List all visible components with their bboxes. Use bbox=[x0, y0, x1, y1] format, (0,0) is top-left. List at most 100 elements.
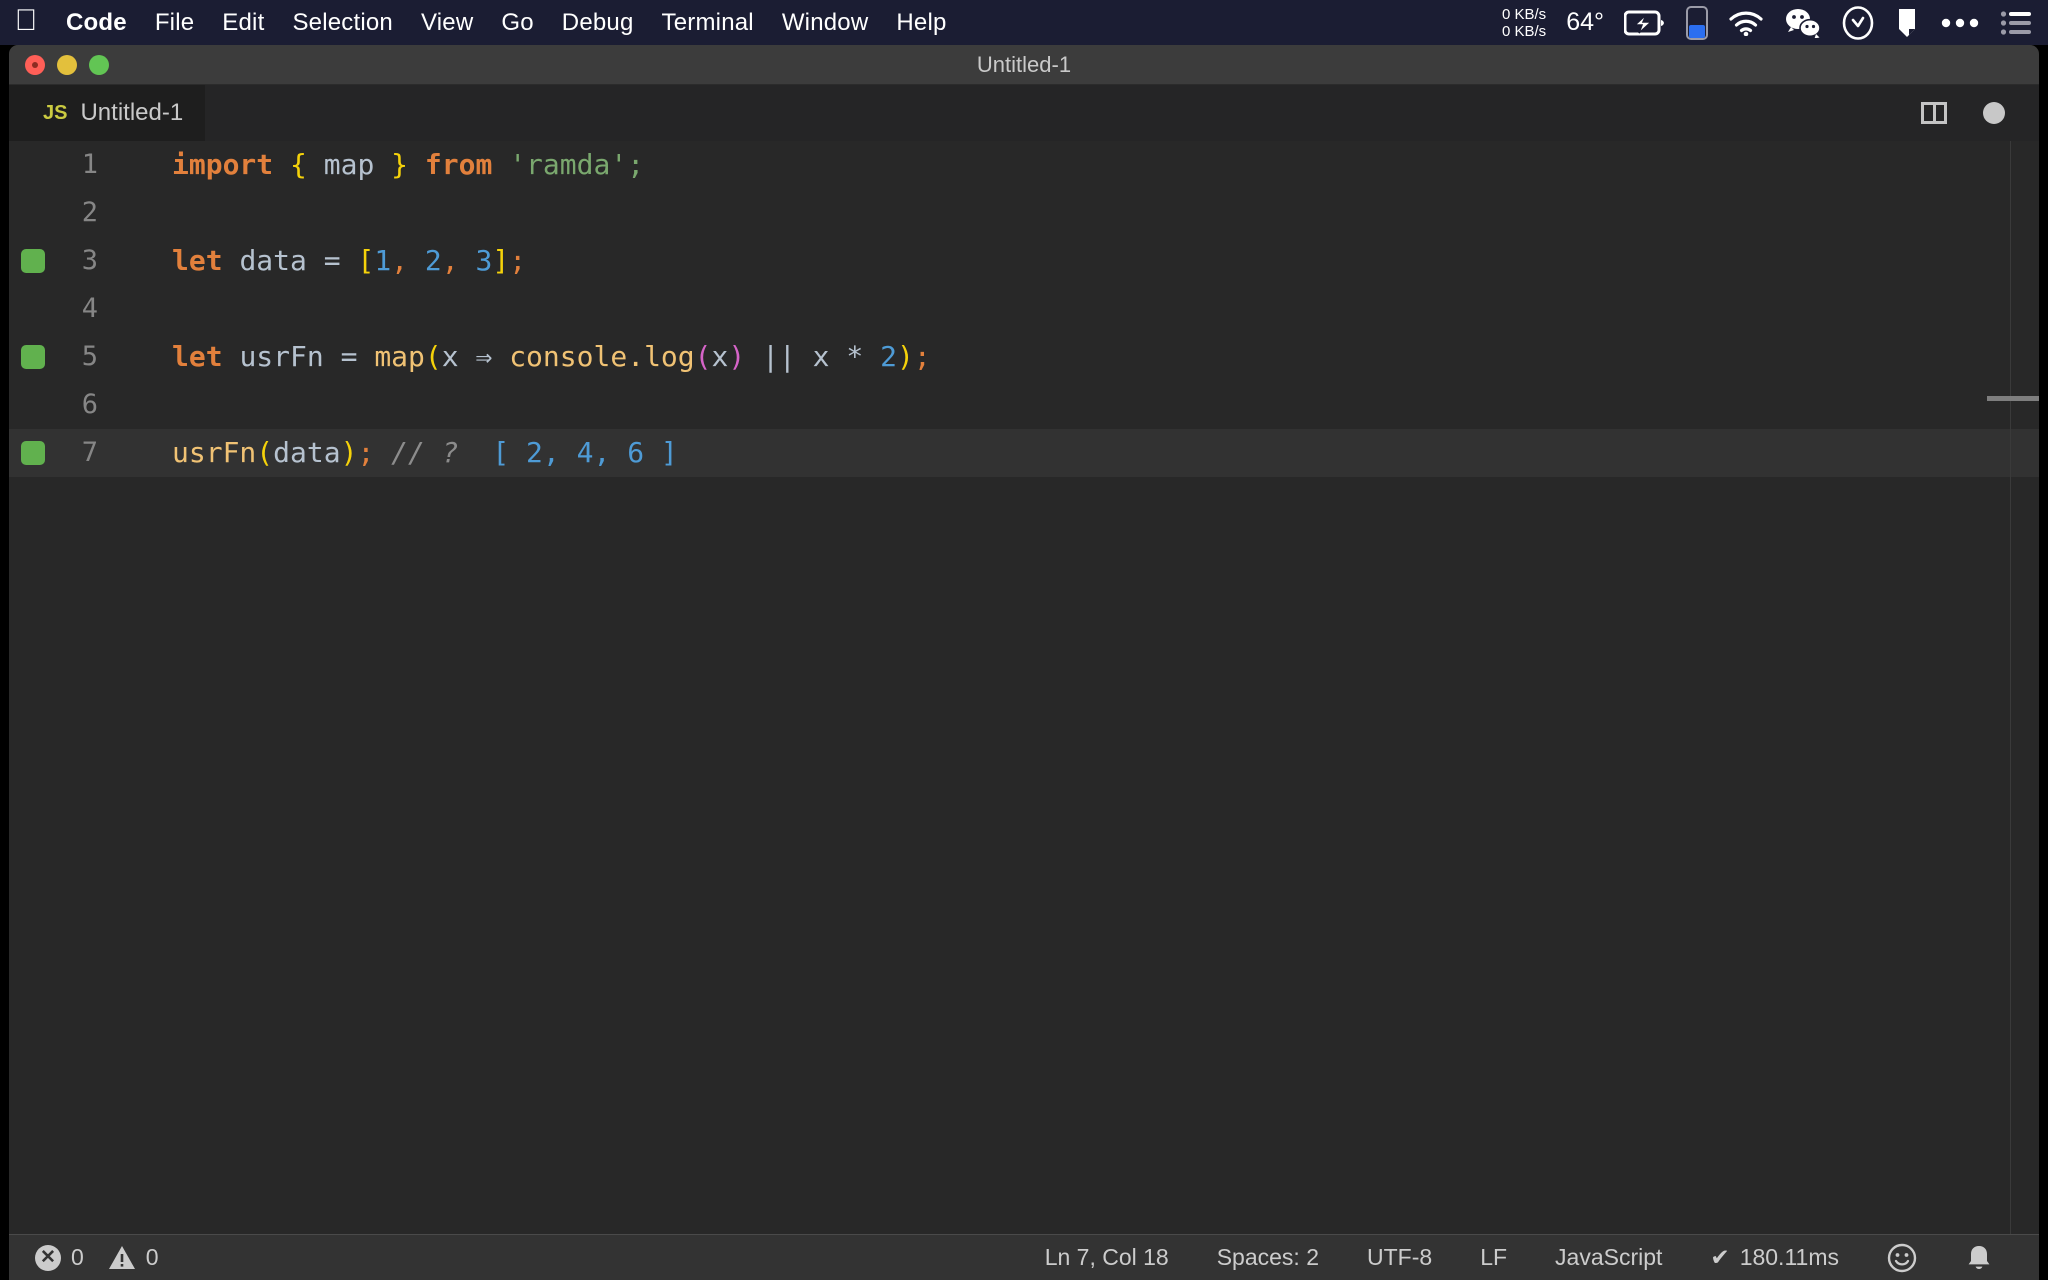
token-operator-assign: = bbox=[324, 244, 341, 277]
battery-charging-icon[interactable] bbox=[1624, 9, 1666, 37]
control-center-icon[interactable] bbox=[2000, 10, 2032, 36]
code-editor[interactable]: 1 import { map } from 'ramda'; 2 3 let d… bbox=[9, 141, 2039, 1234]
token-var-x: x bbox=[813, 340, 830, 373]
eol-status[interactable]: LF bbox=[1456, 1244, 1531, 1271]
feedback-smiley-icon[interactable] bbox=[1863, 1243, 1941, 1273]
battery-level-icon[interactable] bbox=[1686, 6, 1708, 40]
menu-bar-status-area: 0 KB/s 0 KB/s 64° bbox=[1502, 6, 2048, 40]
token-string-ramda: 'ramda'; bbox=[509, 148, 644, 181]
line-content: import { map } from 'ramda'; bbox=[114, 141, 644, 189]
ellipsis-icon[interactable] bbox=[1940, 17, 1980, 29]
token-number-3: 3 bbox=[475, 244, 492, 277]
token-number-2: 2 bbox=[425, 244, 442, 277]
network-speed-indicator[interactable]: 0 KB/s 0 KB/s bbox=[1502, 6, 1546, 40]
language-mode-status[interactable]: JavaScript bbox=[1531, 1244, 1686, 1271]
status-bar-right: Ln 7, Col 18 Spaces: 2 UTF-8 LF JavaScri… bbox=[1021, 1243, 2039, 1273]
token-method-log: log bbox=[644, 340, 695, 373]
code-line-7[interactable]: 7 usrFn(data); // ? [ 2, 4, 6 ] bbox=[9, 429, 2039, 477]
token-semicolon: ; bbox=[509, 244, 526, 277]
overview-ruler-cursor-marker[interactable] bbox=[1987, 396, 2039, 401]
cursor-position-status[interactable]: Ln 7, Col 18 bbox=[1021, 1244, 1193, 1271]
token-quokka-comment: // ? bbox=[391, 436, 458, 469]
menu-item-file[interactable]: File bbox=[141, 9, 208, 37]
code-line-1[interactable]: 1 import { map } from 'ramda'; bbox=[9, 141, 2039, 189]
token-operator-multiply: * bbox=[846, 340, 863, 373]
window-title-bar: Untitled-1 bbox=[9, 45, 2039, 85]
split-editor-icon[interactable] bbox=[1921, 102, 1947, 124]
code-line-6[interactable]: 6 bbox=[9, 381, 2039, 429]
token-semicolon: ; bbox=[357, 436, 374, 469]
menu-item-view[interactable]: View bbox=[407, 9, 487, 37]
editor-actions bbox=[1921, 102, 2039, 124]
clock-icon[interactable] bbox=[1842, 6, 1874, 40]
tab-untitled-1[interactable]: JS Untitled-1 bbox=[9, 85, 206, 141]
token-operator-or: || bbox=[762, 340, 796, 373]
quokka-coverage-indicator bbox=[21, 345, 45, 369]
menu-item-window[interactable]: Window bbox=[768, 9, 883, 37]
notifications-bell-icon[interactable] bbox=[1941, 1243, 2017, 1273]
token-identifier-usrfn: usrFn bbox=[239, 340, 323, 373]
menu-item-terminal[interactable]: Terminal bbox=[648, 9, 768, 37]
quokka-coverage-indicator bbox=[21, 441, 45, 465]
menu-item-code[interactable]: Code bbox=[52, 9, 141, 37]
wechat-icon[interactable] bbox=[1784, 8, 1822, 38]
line-number: 4 bbox=[9, 285, 114, 333]
token-arrow: ⇒ bbox=[475, 340, 492, 373]
line-content: usrFn(data); // ? [ 2, 4, 6 ] bbox=[114, 429, 678, 477]
temperature-indicator[interactable]: 64° bbox=[1566, 8, 1604, 37]
token-identifier-data: data bbox=[239, 244, 306, 277]
token-comma: , bbox=[442, 244, 459, 277]
token-bracket-open: [ bbox=[357, 244, 374, 277]
line-content: let data = [1, 2, 3]; bbox=[114, 237, 526, 285]
token-param-x: x bbox=[442, 340, 459, 373]
quokka-elapsed-time: 180.11ms bbox=[1740, 1244, 1839, 1271]
code-line-3[interactable]: 3 let data = [1, 2, 3]; bbox=[9, 237, 2039, 285]
code-line-4[interactable]: 4 bbox=[9, 285, 2039, 333]
problems-status[interactable]: ✕ 0 0 bbox=[35, 1244, 183, 1271]
window-title: Untitled-1 bbox=[9, 45, 2039, 85]
token-number-1: 1 bbox=[374, 244, 391, 277]
unsaved-indicator-icon[interactable] bbox=[1983, 102, 2005, 124]
apple-logo-icon[interactable]:  bbox=[0, 6, 52, 40]
code-line-5[interactable]: 5 let usrFn = map(x ⇒ console.log(x) || … bbox=[9, 333, 2039, 381]
menu-item-debug[interactable]: Debug bbox=[548, 9, 648, 37]
app-icon[interactable] bbox=[1894, 7, 1920, 39]
network-upload-speed: 0 KB/s bbox=[1502, 6, 1546, 23]
menu-item-go[interactable]: Go bbox=[487, 9, 547, 37]
status-bar-left: ✕ 0 0 bbox=[9, 1244, 183, 1271]
quokka-coverage-indicator bbox=[21, 249, 45, 273]
indentation-status[interactable]: Spaces: 2 bbox=[1193, 1244, 1343, 1271]
tab-label: Untitled-1 bbox=[80, 99, 183, 127]
token-identifier-map: map bbox=[324, 148, 375, 181]
quokka-runtime-status[interactable]: ✔ 180.11ms bbox=[1686, 1244, 1863, 1271]
macos-menu-bar:  Code File Edit Selection View Go Debug… bbox=[0, 0, 2048, 45]
warning-count: 0 bbox=[146, 1244, 159, 1271]
token-paren-open: ( bbox=[425, 340, 442, 373]
error-count: 0 bbox=[71, 1244, 84, 1271]
token-keyword-let: let bbox=[172, 340, 223, 373]
token-inner-paren-close: ) bbox=[728, 340, 745, 373]
menu-item-selection[interactable]: Selection bbox=[278, 9, 407, 37]
token-comma: , bbox=[391, 244, 408, 277]
menu-item-edit[interactable]: Edit bbox=[208, 9, 278, 37]
menu-item-help[interactable]: Help bbox=[882, 9, 960, 37]
status-bar: ✕ 0 0 Ln 7, Col 18 Spaces: 2 UTF-8 LF Ja… bbox=[9, 1234, 2039, 1280]
line-content: let usrFn = map(x ⇒ console.log(x) || x … bbox=[114, 333, 931, 381]
encoding-status[interactable]: UTF-8 bbox=[1343, 1244, 1456, 1271]
token-paren-close: ) bbox=[341, 436, 358, 469]
vscode-window: Untitled-1 JS Untitled-1 1 import { map … bbox=[9, 45, 2039, 1280]
quokka-inline-result: [ 2, 4, 6 ] bbox=[492, 436, 677, 469]
editor-tab-bar: JS Untitled-1 bbox=[9, 85, 2039, 141]
token-bracket-close: ] bbox=[492, 244, 509, 277]
wifi-icon[interactable] bbox=[1728, 10, 1764, 36]
token-arg-x: x bbox=[712, 340, 729, 373]
check-icon: ✔ bbox=[1710, 1244, 1729, 1271]
token-keyword-from: from bbox=[425, 148, 492, 181]
token-arg-data: data bbox=[273, 436, 340, 469]
token-paren-close: ) bbox=[897, 340, 914, 373]
error-circle-icon: ✕ bbox=[35, 1245, 61, 1271]
warning-triangle-icon bbox=[108, 1245, 136, 1271]
javascript-file-icon: JS bbox=[43, 102, 67, 125]
token-keyword-import: import bbox=[172, 148, 273, 181]
code-line-2[interactable]: 2 bbox=[9, 189, 2039, 237]
